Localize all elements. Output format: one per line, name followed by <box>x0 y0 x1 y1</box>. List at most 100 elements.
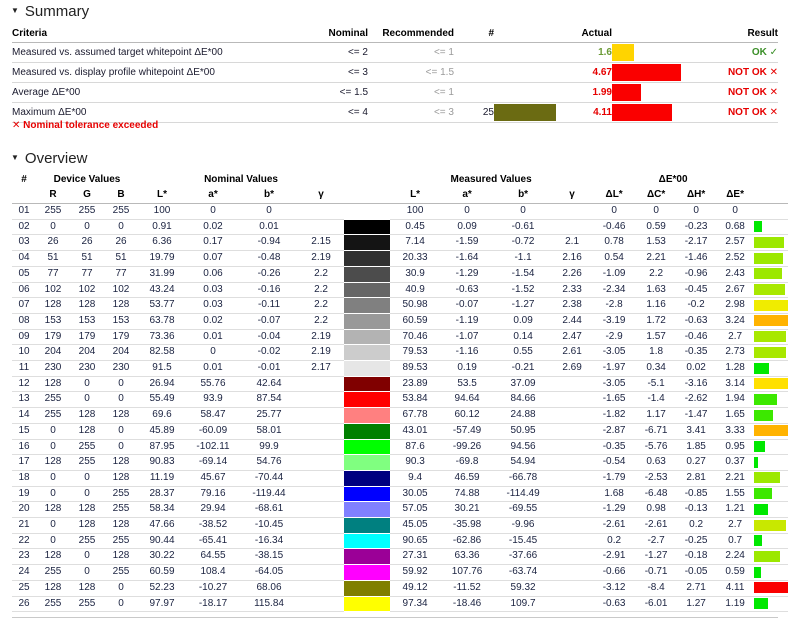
overview-cell-device-b: 128 <box>104 408 138 424</box>
overview-col-g: G <box>70 187 104 204</box>
overview-cell-nominal-L: 90.44 <box>138 533 186 549</box>
overview-cell-nominal-b: -119.44 <box>240 486 298 502</box>
overview-cell-measured-gamma <box>552 204 592 220</box>
overview-color-swatch <box>344 376 390 392</box>
overview-deltaE-bar <box>754 423 788 439</box>
color-swatch-fill <box>344 330 390 345</box>
summary-criteria-label: Measured vs. assumed target whitepoint Δ… <box>12 43 304 63</box>
overview-cell-deltaE: 2.7 <box>716 518 754 534</box>
overview-cell-deltaL: -0.66 <box>592 565 636 581</box>
overview-deltaE-bar-fill <box>754 300 788 311</box>
overview-cell-device-b: 128 <box>104 470 138 486</box>
overview-cell-measured-gamma: 2.47 <box>552 329 592 345</box>
overview-cell-nominal-b: 0 <box>240 204 298 220</box>
overview-cell-measured-a: -69.8 <box>440 455 494 471</box>
overview-cell-measured-b: 37.09 <box>494 376 552 392</box>
overview-cell-measured-b: -1.54 <box>494 266 552 282</box>
overview-cell-deltaC: -1.27 <box>636 549 676 565</box>
color-swatch-fill <box>344 455 390 470</box>
overview-cell-device-g: 0 <box>70 470 104 486</box>
overview-cell-measured-gamma: 2.1 <box>552 235 592 251</box>
overview-cell-deltaE: 1.19 <box>716 596 754 612</box>
color-swatch-fill <box>344 424 390 439</box>
summary-count-value <box>454 83 494 103</box>
overview-cell-deltaH: 0 <box>676 204 716 220</box>
overview-cell-index: 02 <box>12 219 36 235</box>
overview-cell-measured-a: -1.29 <box>440 266 494 282</box>
summary-table-head: Criteria Nominal Recommended # Actual Re… <box>12 26 778 43</box>
overview-cell-device-b: 0 <box>104 580 138 596</box>
overview-cell-nominal-L: 19.79 <box>138 251 186 267</box>
overview-cell-deltaE: 2.43 <box>716 266 754 282</box>
overview-cell-measured-L: 100 <box>390 204 440 220</box>
overview-cell-device-g: 255 <box>70 439 104 455</box>
overview-cell-device-g: 153 <box>70 313 104 329</box>
overview-cell-nominal-L: 69.6 <box>138 408 186 424</box>
overview-cell-measured-b: 24.88 <box>494 408 552 424</box>
overview-deltaE-bar-fill <box>754 425 788 436</box>
summary-col-nominal: Nominal <box>304 26 368 43</box>
overview-cell-measured-a: -11.52 <box>440 580 494 596</box>
overview-cell-measured-gamma: 2.69 <box>552 361 592 377</box>
overview-cell-device-b: 0 <box>104 423 138 439</box>
overview-color-swatch <box>344 329 390 345</box>
overview-cell-deltaE: 0 <box>716 204 754 220</box>
overview-cell-nominal-a: 108.4 <box>186 565 240 581</box>
overview-cell-device-r: 255 <box>36 408 70 424</box>
overview-color-swatch <box>344 345 390 361</box>
overview-cell-deltaE: 0.37 <box>716 455 754 471</box>
overview-deltaE-bar <box>754 439 788 455</box>
overview-cell-nominal-a: -38.52 <box>186 518 240 534</box>
overview-cell-measured-a: -57.49 <box>440 423 494 439</box>
overview-cell-measured-L: 59.92 <box>390 565 440 581</box>
overview-cell-device-g: 255 <box>70 533 104 549</box>
overview-col-measured-a: a* <box>440 187 494 204</box>
summary-actual-value: 1.99 <box>556 83 612 103</box>
overview-color-swatch <box>344 408 390 424</box>
overview-color-swatch <box>344 549 390 565</box>
overview-cell-deltaH: -3.16 <box>676 376 716 392</box>
overview-cell-measured-b: -69.55 <box>494 502 552 518</box>
summary-delta-bar <box>612 83 692 103</box>
overview-cell-measured-b: -0.21 <box>494 361 552 377</box>
overview-cell-device-g: 255 <box>70 596 104 612</box>
overview-cell-nominal-b: -70.44 <box>240 470 298 486</box>
overview-cell-measured-L: 30.9 <box>390 266 440 282</box>
summary-delta-bar <box>612 43 692 63</box>
overview-cell-device-b: 128 <box>104 298 138 314</box>
overview-cell-deltaH: -0.45 <box>676 282 716 298</box>
collapse-triangle-icon[interactable]: ▼ <box>11 6 19 15</box>
summary-recommended-value: <= 1.5 <box>368 63 454 83</box>
overview-cell-measured-a: 30.21 <box>440 502 494 518</box>
overview-cell-measured-L: 27.31 <box>390 549 440 565</box>
overview-cell-device-b: 51 <box>104 251 138 267</box>
overview-section-header[interactable]: ▼ Overview <box>0 150 87 167</box>
overview-cell-nominal-L: 87.95 <box>138 439 186 455</box>
collapse-triangle-icon[interactable]: ▼ <box>11 153 19 162</box>
overview-cell-deltaL: -2.8 <box>592 298 636 314</box>
overview-cell-index: 20 <box>12 502 36 518</box>
overview-row: 21012812847.66-38.52-10.4545.05-35.98-9.… <box>12 518 788 534</box>
color-swatch-fill <box>344 392 390 407</box>
overview-cell-nominal-gamma <box>298 596 344 612</box>
overview-cell-nominal-a: 0.01 <box>186 361 240 377</box>
overview-cell-deltaH: -0.25 <box>676 533 716 549</box>
overview-cell-deltaE: 0.59 <box>716 565 754 581</box>
overview-cell-deltaE: 2.21 <box>716 470 754 486</box>
overview-row: 0125525525510000100000000 <box>12 204 788 220</box>
overview-deltaE-bar-fill <box>754 457 758 468</box>
overview-cell-index: 26 <box>12 596 36 612</box>
overview-cell-device-g: 0 <box>70 565 104 581</box>
overview-deltaE-bar-fill <box>754 253 783 264</box>
overview-cell-deltaC: 1.17 <box>636 408 676 424</box>
overview-color-swatch <box>344 596 390 612</box>
overview-cell-measured-L: 23.89 <box>390 376 440 392</box>
summary-section-header[interactable]: ▼ Summary <box>0 3 89 20</box>
overview-cell-index: 03 <box>12 235 36 251</box>
overview-grp-device: Device Values <box>36 172 138 187</box>
overview-cell-device-r: 230 <box>36 361 70 377</box>
overview-deltaE-bar-fill <box>754 535 762 546</box>
overview-cell-deltaL: -3.05 <box>592 345 636 361</box>
summary-actual-value: 4.11 <box>556 103 612 123</box>
overview-cell-nominal-b: 68.06 <box>240 580 298 596</box>
